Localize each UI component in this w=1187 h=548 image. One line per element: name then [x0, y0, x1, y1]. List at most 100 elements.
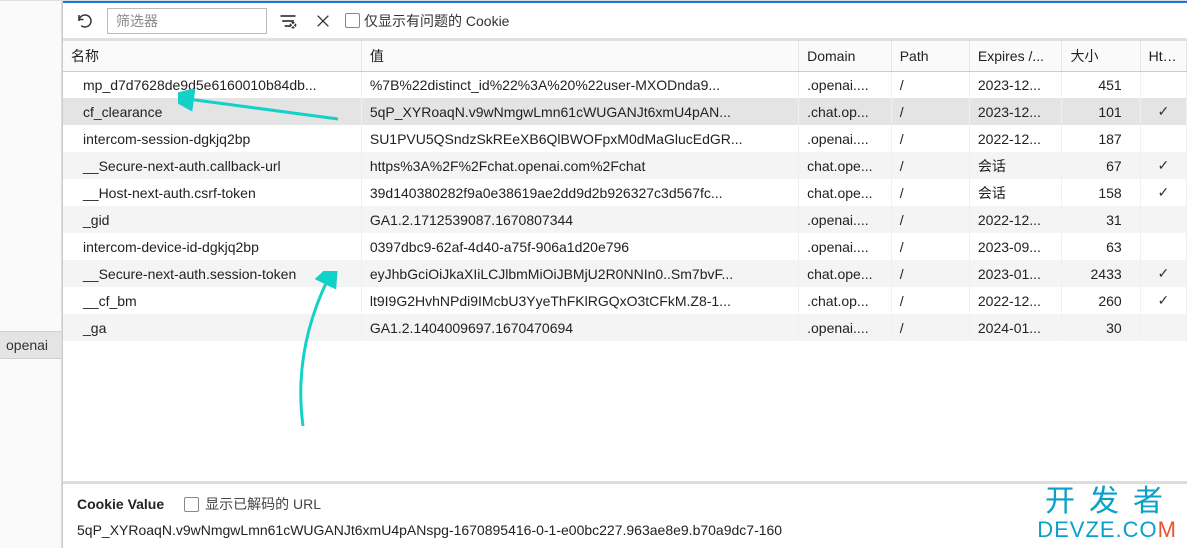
cell-expires: 2022-12...	[969, 206, 1062, 233]
cell-value: 0397dbc9-62af-4d40-a75f-906a1d20e796	[361, 233, 798, 260]
filter-options-button[interactable]	[275, 8, 301, 34]
main-panel: 仅显示有问题的 Cookie 名称 值 Domain Path Expires …	[62, 1, 1187, 548]
cell-size: 260	[1062, 287, 1140, 314]
cell-httponly	[1140, 314, 1186, 341]
cell-domain: .openai....	[799, 125, 892, 152]
cell-domain: .chat.op...	[799, 98, 892, 125]
problem-cookies-checkbox[interactable]: 仅显示有问题的 Cookie	[345, 11, 509, 31]
cell-name: __Host-next-auth.csrf-token	[63, 179, 361, 206]
check-icon: ✓	[1157, 265, 1169, 281]
checkbox-icon	[345, 13, 360, 28]
cell-expires: 2023-01...	[969, 260, 1062, 287]
clear-button[interactable]	[309, 7, 337, 35]
cell-path: /	[891, 71, 969, 98]
table-row[interactable]: _gidGA1.2.1712539087.1670807344.openai..…	[63, 206, 1187, 233]
cell-domain: chat.ope...	[799, 260, 892, 287]
col-header-size[interactable]: 大小	[1062, 41, 1140, 71]
cell-name: __Secure-next-auth.session-token	[63, 260, 361, 287]
cell-domain: .openai....	[799, 233, 892, 260]
cell-name: cf_clearance	[63, 98, 361, 125]
cell-path: /	[891, 206, 969, 233]
cell-httponly: ✓	[1140, 179, 1186, 206]
sidebar-item-label: openai	[6, 337, 48, 353]
cell-httponly	[1140, 125, 1186, 152]
filter-input[interactable]	[107, 8, 267, 34]
cell-httponly: ✓	[1140, 98, 1186, 125]
cell-domain: .chat.op...	[799, 287, 892, 314]
table-row[interactable]: intercom-session-dgkjq2bpSU1PVU5QSndzSkR…	[63, 125, 1187, 152]
cell-domain: chat.ope...	[799, 179, 892, 206]
left-sidebar: openai	[0, 1, 62, 548]
cell-value: https%3A%2F%2Fchat.openai.com%2Fchat	[361, 152, 798, 179]
cell-value: GA1.2.1712539087.1670807344	[361, 206, 798, 233]
devtools-cookies-panel: openai 仅显示有	[0, 0, 1187, 548]
decoded-url-label: 显示已解码的 URL	[205, 494, 321, 514]
check-icon: ✓	[1157, 184, 1169, 200]
col-header-value[interactable]: 值	[361, 41, 798, 71]
cell-expires: 2022-12...	[969, 125, 1062, 152]
cell-value: SU1PVU5QSndzSkREeXB6QlBWOFpxM0dMaGlucEdG…	[361, 125, 798, 152]
cell-path: /	[891, 233, 969, 260]
cell-expires: 2022-12...	[969, 287, 1062, 314]
cell-httponly	[1140, 233, 1186, 260]
problem-cookies-label: 仅显示有问题的 Cookie	[364, 11, 509, 31]
cell-httponly: ✓	[1140, 287, 1186, 314]
cell-name: mp_d7d7628de9d5e6160010b84db...	[63, 71, 361, 98]
sidebar-selected-item[interactable]: openai	[0, 331, 61, 359]
cell-path: /	[891, 260, 969, 287]
check-icon: ✓	[1157, 292, 1169, 308]
cell-value: 5qP_XYRoaqN.v9wNmgwLmn61cWUGANJt6xmU4pAN…	[361, 98, 798, 125]
decoded-url-checkbox[interactable]: 显示已解码的 URL	[184, 494, 321, 514]
cell-value: lt9I9G2HvhNPdi9IMcbU3YyeThFKlRGQxO3tCFkM…	[361, 287, 798, 314]
cell-name: _gid	[63, 206, 361, 233]
col-header-expires[interactable]: Expires /...	[969, 41, 1062, 71]
cell-value: %7B%22distinct_id%22%3A%20%22user-MXODnd…	[361, 71, 798, 98]
cell-size: 67	[1062, 152, 1140, 179]
cell-path: /	[891, 179, 969, 206]
cell-size: 158	[1062, 179, 1140, 206]
detail-key-label: Cookie Value	[77, 496, 164, 512]
col-header-path[interactable]: Path	[891, 41, 969, 71]
cell-expires: 2024-01...	[969, 314, 1062, 341]
cell-path: /	[891, 314, 969, 341]
cell-size: 451	[1062, 71, 1140, 98]
cell-expires: 2023-12...	[969, 71, 1062, 98]
cell-domain: .openai....	[799, 206, 892, 233]
table-row[interactable]: _gaGA1.2.1404009697.1670470694.openai...…	[63, 314, 1187, 341]
table-row[interactable]: cf_clearance5qP_XYRoaqN.v9wNmgwLmn61cWUG…	[63, 98, 1187, 125]
cell-size: 63	[1062, 233, 1140, 260]
table-row[interactable]: __Host-next-auth.csrf-token39d140380282f…	[63, 179, 1187, 206]
cell-name: __cf_bm	[63, 287, 361, 314]
table-row[interactable]: intercom-device-id-dgkjq2bp0397dbc9-62af…	[63, 233, 1187, 260]
check-icon: ✓	[1157, 157, 1169, 173]
cell-path: /	[891, 152, 969, 179]
checkbox-icon	[184, 497, 199, 512]
cell-size: 187	[1062, 125, 1140, 152]
table-row[interactable]: __cf_bmlt9I9G2HvhNPdi9IMcbU3YyeThFKlRGQx…	[63, 287, 1187, 314]
cell-expires: 2023-12...	[969, 98, 1062, 125]
toolbar: 仅显示有问题的 Cookie	[63, 1, 1187, 41]
cell-value: GA1.2.1404009697.1670470694	[361, 314, 798, 341]
cell-domain: chat.ope...	[799, 152, 892, 179]
cell-size: 101	[1062, 98, 1140, 125]
table-row[interactable]: mp_d7d7628de9d5e6160010b84db...%7B%22dis…	[63, 71, 1187, 98]
cookie-value-text[interactable]: 5qP_XYRoaqN.v9wNmgwLmn61cWUGANJt6xmU4pAN…	[77, 522, 1173, 538]
table-row[interactable]: __Secure-next-auth.callback-urlhttps%3A%…	[63, 152, 1187, 179]
col-header-domain[interactable]: Domain	[799, 41, 892, 71]
cookies-table: 名称 值 Domain Path Expires /... 大小 HttpO m…	[63, 41, 1187, 481]
col-header-name[interactable]: 名称	[63, 41, 361, 71]
col-header-http[interactable]: HttpO	[1140, 41, 1186, 71]
table-header-row: 名称 值 Domain Path Expires /... 大小 HttpO	[63, 41, 1187, 71]
table-row[interactable]: __Secure-next-auth.session-tokeneyJhbGci…	[63, 260, 1187, 287]
cell-httponly	[1140, 206, 1186, 233]
refresh-button[interactable]	[71, 7, 99, 35]
cell-name: _ga	[63, 314, 361, 341]
cell-size: 31	[1062, 206, 1140, 233]
cell-httponly: ✓	[1140, 260, 1186, 287]
cell-size: 30	[1062, 314, 1140, 341]
cell-name: intercom-device-id-dgkjq2bp	[63, 233, 361, 260]
cell-httponly: ✓	[1140, 152, 1186, 179]
cell-domain: .openai....	[799, 314, 892, 341]
check-icon: ✓	[1157, 103, 1169, 119]
cell-expires: 会话	[969, 179, 1062, 206]
